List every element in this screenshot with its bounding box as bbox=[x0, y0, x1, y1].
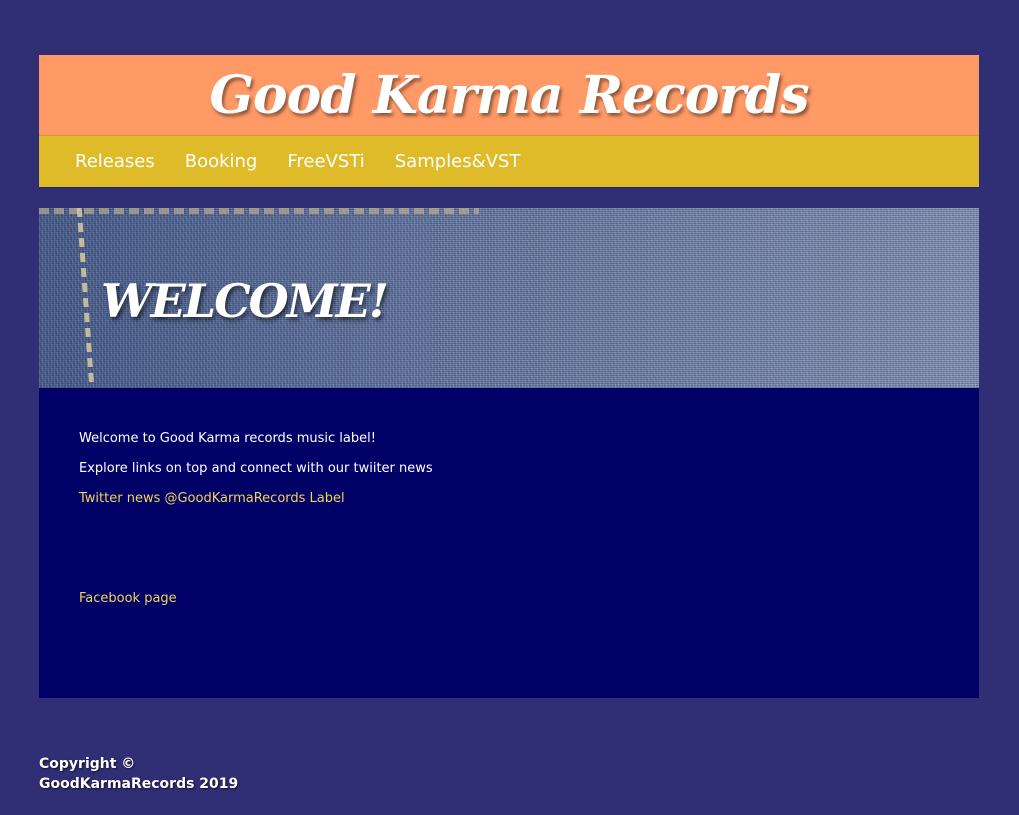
site-footer: Copyright © GoodKarmaRecords 2019 bbox=[39, 754, 339, 794]
site-title: Good Karma Records bbox=[209, 64, 809, 126]
nav-item-samples-vst[interactable]: Samples&VST bbox=[395, 151, 521, 172]
main-nav: Releases Booking FreeVSTi Samples&VST bbox=[39, 135, 979, 187]
hero-heading: WELCOME! bbox=[101, 274, 389, 328]
main-content: Welcome to Good Karma records music labe… bbox=[39, 388, 979, 698]
welcome-text: Welcome to Good Karma records music labe… bbox=[79, 431, 376, 446]
hero-banner: WELCOME! bbox=[39, 208, 979, 388]
twitter-link[interactable]: Twitter news @GoodKarmaRecords Label bbox=[79, 490, 939, 508]
denim-stitch-top bbox=[39, 208, 479, 214]
nav-item-releases[interactable]: Releases bbox=[75, 151, 155, 172]
site-header: Good Karma Records bbox=[39, 55, 979, 135]
nav-item-booking[interactable]: Booking bbox=[185, 151, 258, 172]
copyright-line-1: Copyright © bbox=[39, 756, 136, 772]
explore-text: Explore links on top and connect with ou… bbox=[79, 461, 433, 476]
denim-stitch bbox=[76, 208, 95, 388]
nav-item-freevsti[interactable]: FreeVSTi bbox=[287, 151, 364, 172]
facebook-link[interactable]: Facebook page bbox=[79, 590, 939, 608]
copyright-line-2: GoodKarmaRecords 2019 bbox=[39, 776, 239, 792]
